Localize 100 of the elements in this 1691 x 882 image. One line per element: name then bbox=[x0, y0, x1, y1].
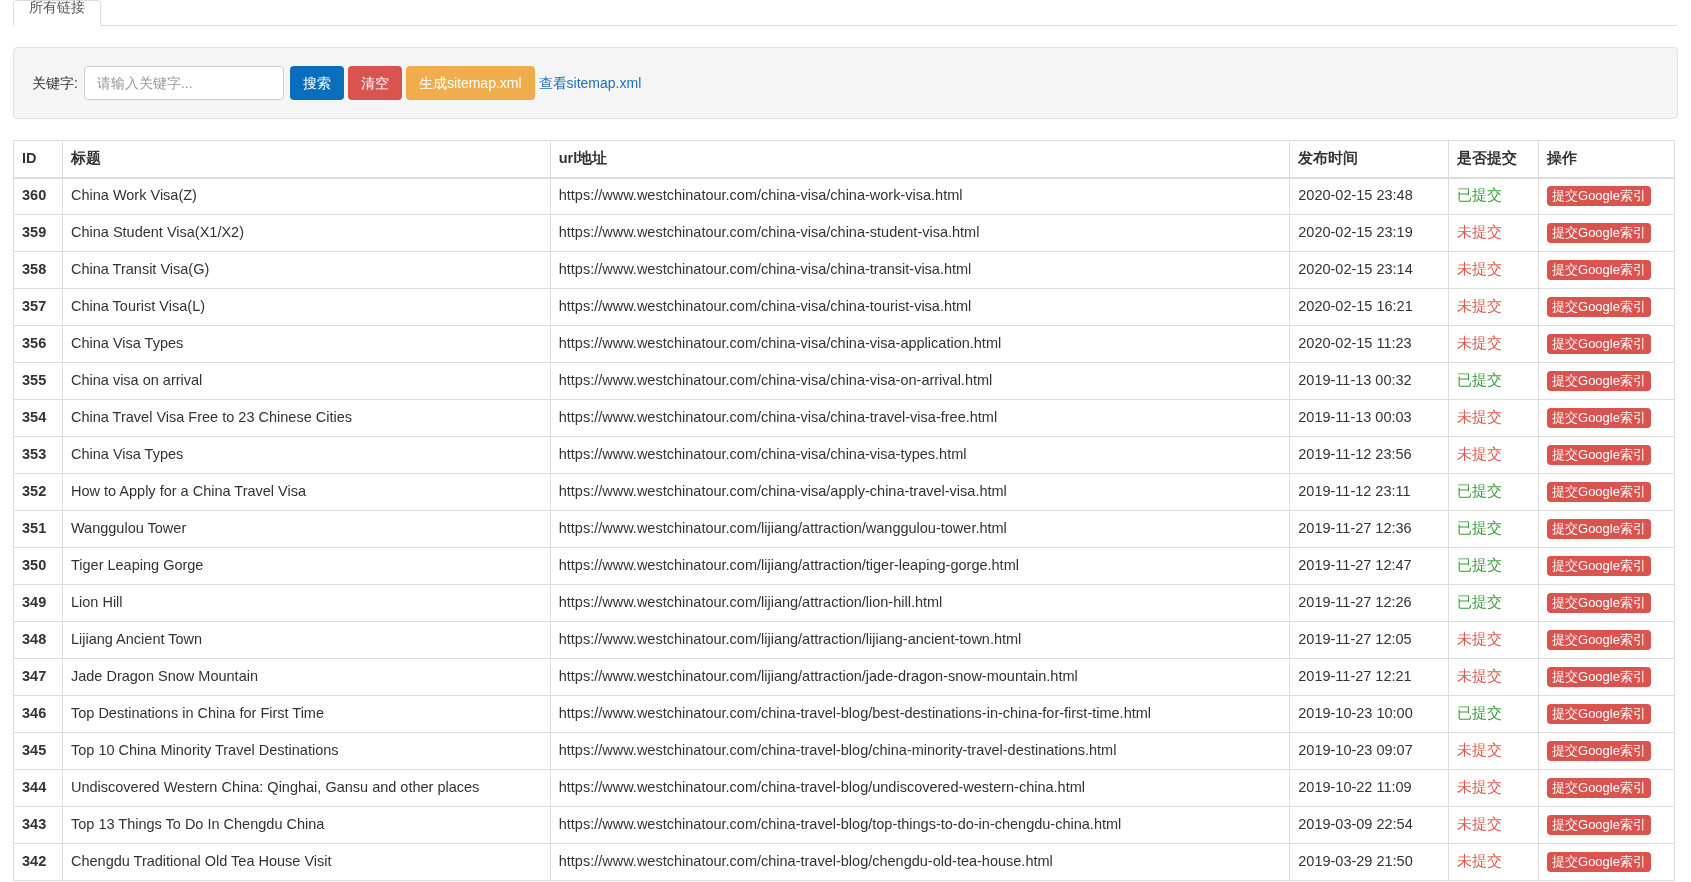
keyword-input[interactable]: 请输入关键字... bbox=[83, 66, 284, 100]
table-cell: 359 bbox=[13, 214, 63, 252]
table-cell: 353 bbox=[13, 436, 63, 474]
column-header: 是否提交 bbox=[1448, 140, 1539, 178]
submit-index-button[interactable]: 提交Google索引 bbox=[1547, 815, 1651, 836]
status-cell: 未提交 bbox=[1448, 769, 1539, 807]
tab[interactable]: 所有链接 bbox=[13, 0, 101, 26]
table-cell: Tiger Leaping Gorge bbox=[62, 547, 551, 585]
table-cell: https://www.westchinatour.com/lijiang/attraction/tiger-leaping-gorge.html bbox=[550, 547, 1290, 585]
table-cell: China Transit Visa(G) bbox=[62, 251, 551, 289]
submit-index-button[interactable]: 提交Google索引 bbox=[1547, 408, 1651, 429]
table-cell: 357 bbox=[13, 288, 63, 326]
table-cell: Lion Hill bbox=[62, 584, 551, 622]
table-cell: https://www.westchinatour.com/lijiang/attraction/lion-hill.html bbox=[550, 584, 1290, 622]
table-cell: Wanggulou Tower bbox=[62, 510, 551, 548]
table-cell: 2019-11-27 12:26 bbox=[1289, 584, 1449, 622]
submit-index-button[interactable]: 提交Google索引 bbox=[1547, 260, 1651, 281]
table-cell: China Visa Types bbox=[62, 325, 551, 363]
column-header: 标题 bbox=[62, 140, 551, 178]
table-cell: Jade Dragon Snow Mountain bbox=[62, 658, 551, 696]
table-cell: 2019-11-12 23:11 bbox=[1289, 473, 1449, 511]
column-header: 发布时间 bbox=[1289, 140, 1449, 178]
table-cell: China Work Visa(Z) bbox=[62, 177, 551, 215]
submit-index-button[interactable]: 提交Google索引 bbox=[1547, 556, 1651, 577]
column-header: 操作 bbox=[1538, 140, 1675, 178]
table-cell: 360 bbox=[13, 177, 63, 215]
table-cell: https://www.westchinatour.com/china-travel-blog/top-things-to-do-in-chengdu-china.html bbox=[550, 806, 1290, 844]
status-cell: 未提交 bbox=[1448, 621, 1539, 659]
search-button[interactable]: 搜索 bbox=[289, 66, 344, 100]
table-cell: 349 bbox=[13, 584, 63, 622]
table-cell: 2019-03-29 21:50 bbox=[1289, 843, 1449, 881]
table-cell: https://www.westchinatour.com/china-visa/apply-china-travel-visa.html bbox=[550, 473, 1290, 511]
status-cell: 未提交 bbox=[1448, 843, 1539, 881]
status-cell: 未提交 bbox=[1448, 658, 1539, 696]
table-cell: 2020-02-15 23:19 bbox=[1289, 214, 1449, 252]
keyword-label: 关键字: bbox=[32, 73, 78, 93]
table-cell: https://www.westchinatour.com/china-travel-blog/best-destinations-in-china-for-first-time.html bbox=[550, 695, 1290, 733]
table-cell: China Tourist Visa(L) bbox=[62, 288, 551, 326]
view-sitemap-link[interactable]: 查看sitemap.xml bbox=[538, 72, 642, 94]
table-cell: https://www.westchinatour.com/china-travel-blog/undiscovered-western-china.html bbox=[550, 769, 1290, 807]
status-cell: 已提交 bbox=[1448, 177, 1539, 215]
clear-button[interactable]: 清空 bbox=[347, 66, 402, 100]
table-cell: https://www.westchinatour.com/lijiang/attraction/lijiang-ancient-town.html bbox=[550, 621, 1290, 659]
submit-index-button[interactable]: 提交Google索引 bbox=[1547, 630, 1651, 651]
table-cell: 346 bbox=[13, 695, 63, 733]
table-cell: Top 10 China Minority Travel Destinations bbox=[62, 732, 551, 770]
table-cell: 2019-03-09 22:54 bbox=[1289, 806, 1449, 844]
submit-index-button[interactable]: 提交Google索引 bbox=[1547, 186, 1651, 207]
table-cell: 2019-11-27 12:47 bbox=[1289, 547, 1449, 585]
table-cell: 356 bbox=[13, 325, 63, 363]
submit-index-button[interactable]: 提交Google索引 bbox=[1547, 704, 1651, 725]
table-cell: 2019-11-27 12:05 bbox=[1289, 621, 1449, 659]
table-cell: https://www.westchinatour.com/china-visa/china-visa-on-arrival.html bbox=[550, 362, 1290, 400]
table-cell: https://www.westchinatour.com/china-visa/china-work-visa.html bbox=[550, 177, 1290, 215]
submit-index-button[interactable]: 提交Google索引 bbox=[1547, 482, 1651, 503]
submit-index-button[interactable]: 提交Google索引 bbox=[1547, 852, 1651, 873]
table-cell: Lijiang Ancient Town bbox=[62, 621, 551, 659]
submit-index-button[interactable]: 提交Google索引 bbox=[1547, 297, 1651, 318]
column-header: url地址 bbox=[550, 140, 1290, 178]
submit-index-button[interactable]: 提交Google索引 bbox=[1547, 371, 1651, 392]
table-cell: 2019-11-12 23:56 bbox=[1289, 436, 1449, 474]
submit-index-button[interactable]: 提交Google索引 bbox=[1547, 334, 1651, 355]
table-cell: 2020-02-15 11:23 bbox=[1289, 325, 1449, 363]
table-cell: 343 bbox=[13, 806, 63, 844]
table-cell: 2019-10-23 09:07 bbox=[1289, 732, 1449, 770]
table-cell: 2020-02-15 23:48 bbox=[1289, 177, 1449, 215]
submit-index-button[interactable]: 提交Google索引 bbox=[1547, 778, 1651, 799]
table-cell: Top 13 Things To Do In Chengdu China bbox=[62, 806, 551, 844]
status-cell: 未提交 bbox=[1448, 325, 1539, 363]
table-cell: 354 bbox=[13, 399, 63, 437]
table-cell: 2019-10-22 11:09 bbox=[1289, 769, 1449, 807]
table-cell: How to Apply for a China Travel Visa bbox=[62, 473, 551, 511]
status-cell: 未提交 bbox=[1448, 214, 1539, 252]
table-cell: 2019-11-13 00:03 bbox=[1289, 399, 1449, 437]
table-cell: 2019-11-27 12:36 bbox=[1289, 510, 1449, 548]
table-cell: https://www.westchinatour.com/china-visa/china-student-visa.html bbox=[550, 214, 1290, 252]
status-cell: 已提交 bbox=[1448, 473, 1539, 511]
table-cell: 2019-11-27 12:21 bbox=[1289, 658, 1449, 696]
table-cell: https://www.westchinatour.com/china-travel-blog/china-minority-travel-destinations.html bbox=[550, 732, 1290, 770]
status-cell: 未提交 bbox=[1448, 436, 1539, 474]
submit-index-button[interactable]: 提交Google索引 bbox=[1547, 223, 1651, 244]
submit-index-button[interactable]: 提交Google索引 bbox=[1547, 593, 1651, 614]
table-cell: 344 bbox=[13, 769, 63, 807]
column-header: ID bbox=[13, 140, 63, 178]
table-cell: 2020-02-15 16:21 bbox=[1289, 288, 1449, 326]
submit-index-button[interactable]: 提交Google索引 bbox=[1547, 741, 1651, 762]
table-cell: China Student Visa(X1/X2) bbox=[62, 214, 551, 252]
table-cell: 2019-10-23 10:00 bbox=[1289, 695, 1449, 733]
table-cell: https://www.westchinatour.com/china-visa/china-tourist-visa.html bbox=[550, 288, 1290, 326]
table-cell: China Visa Types bbox=[62, 436, 551, 474]
status-cell: 已提交 bbox=[1448, 584, 1539, 622]
status-cell: 未提交 bbox=[1448, 251, 1539, 289]
submit-index-button[interactable]: 提交Google索引 bbox=[1547, 667, 1651, 688]
table-cell: 2019-11-13 00:32 bbox=[1289, 362, 1449, 400]
submit-index-button[interactable]: 提交Google索引 bbox=[1547, 519, 1651, 540]
table-cell: 348 bbox=[13, 621, 63, 659]
table-cell: 345 bbox=[13, 732, 63, 770]
table-cell: https://www.westchinatour.com/china-visa/china-travel-visa-free.html bbox=[550, 399, 1290, 437]
submit-index-button[interactable]: 提交Google索引 bbox=[1547, 445, 1651, 466]
table-cell: https://www.westchinatour.com/china-visa/china-visa-types.html bbox=[550, 436, 1290, 474]
